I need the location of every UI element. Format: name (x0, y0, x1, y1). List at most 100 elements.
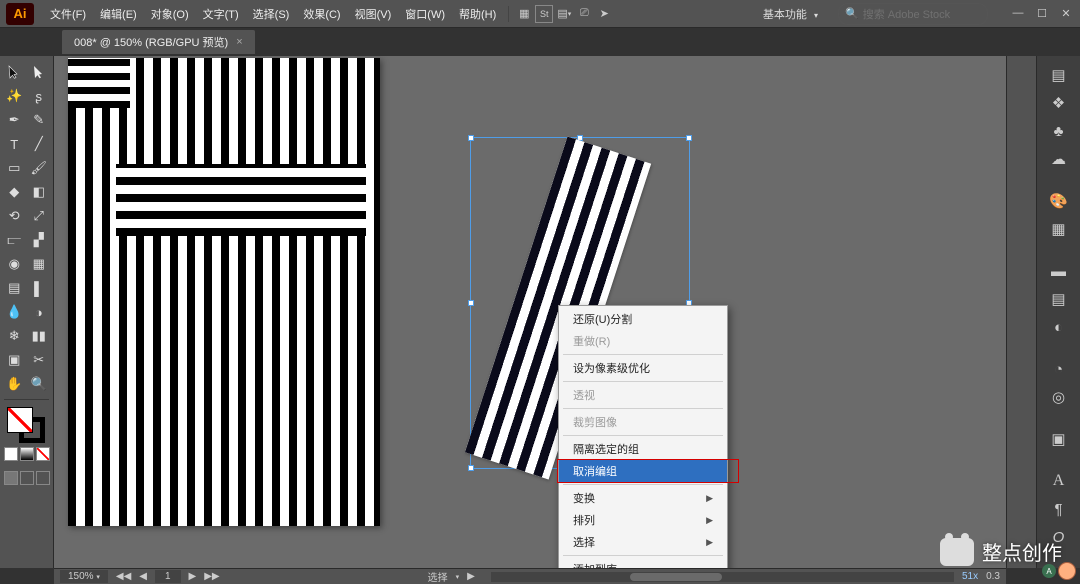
scale-tool[interactable]: ⤢ (27, 204, 52, 228)
menubar: Ai 文件(F) 编辑(E) 对象(O) 文字(T) 选择(S) 效果(C) 视… (0, 0, 1080, 28)
draw-normal[interactable] (4, 471, 18, 485)
slice-tool[interactable]: ✂ (27, 348, 52, 372)
draw-inside[interactable] (36, 471, 50, 485)
handle-nw[interactable] (468, 135, 474, 141)
ctx-select[interactable]: 选择▶ (559, 531, 727, 553)
zoom-level[interactable]: 150% ▾ (60, 570, 108, 583)
paintbrush-tool[interactable]: 🖌 (27, 156, 52, 180)
color-mode-swatch[interactable] (4, 447, 18, 461)
menu-select[interactable]: 选择(S) (247, 2, 296, 26)
status-play-icon[interactable]: ▶ (467, 571, 475, 582)
submenu-arrow-icon: ▶ (706, 493, 713, 504)
menu-effect[interactable]: 效果(C) (297, 2, 346, 26)
handle-sw[interactable] (468, 465, 474, 471)
fill-swatch[interactable] (7, 407, 33, 433)
graphic-styles-panel-icon[interactable]: ◎ (1042, 384, 1076, 410)
search-icon: 🔍 (845, 7, 859, 20)
share-icon[interactable]: ➤ (595, 5, 613, 23)
app-icon: Ai (6, 3, 34, 25)
shaper-tool[interactable]: ◆ (2, 180, 27, 204)
line-tool[interactable]: ╱ (27, 132, 52, 156)
eyedropper-tool[interactable]: 💧 (2, 300, 27, 324)
gradient-tool[interactable]: ▌ (27, 276, 52, 300)
close-button[interactable]: ✕ (1058, 7, 1074, 20)
maximize-button[interactable]: ☐ (1034, 7, 1050, 20)
mesh-tool[interactable]: ▤ (2, 276, 27, 300)
curvature-tool[interactable]: ✎ (27, 108, 52, 132)
ctx-arrange[interactable]: 排列▶ (559, 509, 727, 531)
blend-tool[interactable]: ◑ (27, 300, 52, 324)
menu-help[interactable]: 帮助(H) (453, 2, 502, 26)
shape-builder-tool[interactable]: ◉ (2, 252, 27, 276)
swatches-panel-icon[interactable]: ▦ (1042, 216, 1076, 242)
menu-type[interactable]: 文字(T) (197, 2, 245, 26)
artboard-nav-back[interactable]: ◀ (139, 571, 147, 582)
ctx-pixel-optimize[interactable]: 设为像素级优化 (559, 357, 727, 379)
stroke-panel-icon[interactable]: ▬ (1042, 258, 1076, 284)
canvas[interactable]: 还原(U)分割 重做(R) 设为像素级优化 透视 裁剪图像 隔离选定的组 取消编… (54, 56, 1006, 568)
character-panel-icon[interactable]: A (1042, 468, 1076, 494)
hand-tool[interactable]: ✋ (2, 372, 27, 396)
pen-tool[interactable]: ✒ (2, 108, 27, 132)
minimize-button[interactable]: — (1010, 7, 1026, 20)
artboard-nav-fwd[interactable]: ▶ (189, 571, 197, 582)
selection-tool[interactable] (2, 60, 27, 84)
stock-st-icon[interactable]: St (535, 5, 553, 23)
direct-selection-tool[interactable] (27, 60, 52, 84)
artboard-nav-prev[interactable]: ◀◀ (116, 571, 131, 582)
ctx-ungroup[interactable]: 取消编组 (559, 460, 727, 482)
cloud-panel-icon[interactable]: ☁ (1042, 146, 1076, 172)
gradient-panel-icon[interactable]: ▤ (1042, 286, 1076, 312)
properties-panel-icon[interactable]: ▤ (1042, 62, 1076, 88)
corner-badge: A (1042, 562, 1076, 580)
artboard-tool[interactable]: ▣ (2, 348, 27, 372)
type-tool[interactable]: T (2, 132, 27, 156)
handle-w[interactable] (468, 300, 474, 306)
ctx-transform[interactable]: 变换▶ (559, 487, 727, 509)
symbol-sprayer-tool[interactable]: ❄ (2, 324, 27, 348)
artwork-horizontal-block-mid (116, 164, 366, 236)
column-graph-tool[interactable]: ▮▮ (27, 324, 52, 348)
paragraph-panel-icon[interactable]: ¶ (1042, 496, 1076, 522)
transparency-panel-icon[interactable]: ◐ (1042, 314, 1076, 340)
libraries-panel-icon[interactable]: ♣ (1042, 118, 1076, 144)
artboard-nav-last[interactable]: ▶▶ (204, 571, 219, 582)
ctx-add-library[interactable]: 添加到库 (559, 558, 727, 568)
gpu-icon[interactable]: ⎚ (575, 5, 593, 23)
menu-window[interactable]: 窗口(W) (399, 2, 451, 26)
menu-edit[interactable]: 编辑(E) (94, 2, 143, 26)
menu-view[interactable]: 视图(V) (349, 2, 398, 26)
perspective-grid-tool[interactable]: ▦ (27, 252, 52, 276)
ctx-isolate-group[interactable]: 隔离选定的组 (559, 438, 727, 460)
stock-box-icon[interactable]: ▦ (515, 5, 533, 23)
horizontal-scrollbar[interactable] (491, 572, 954, 582)
eraser-tool[interactable]: ◧ (27, 180, 52, 204)
ctx-undo[interactable]: 还原(U)分割 (559, 308, 727, 330)
artboard[interactable] (68, 58, 380, 526)
color-panel-icon[interactable]: 🎨 (1042, 188, 1076, 214)
layers-panel-icon[interactable]: ❖ (1042, 90, 1076, 116)
document-tab[interactable]: 008* @ 150% (RGB/GPU 预览) × (62, 30, 255, 54)
gradient-mode-swatch[interactable] (20, 447, 34, 461)
arrange-docs-icon[interactable]: ▤▾ (555, 5, 573, 23)
appearance-panel-icon[interactable]: ◔ (1042, 356, 1076, 382)
search-stock[interactable]: 🔍 搜索 Adobe Stock (838, 3, 988, 25)
panel-gutter[interactable] (1006, 56, 1036, 568)
align-panel-icon[interactable]: ▣ (1042, 426, 1076, 452)
menu-file[interactable]: 文件(F) (44, 2, 92, 26)
tab-close-icon[interactable]: × (236, 36, 242, 48)
lasso-tool[interactable]: ʂ (27, 84, 52, 108)
free-transform-tool[interactable]: ▞ (27, 228, 52, 252)
rotate-tool[interactable]: ⟲ (2, 204, 27, 228)
artboard-number[interactable]: 1 (155, 570, 181, 583)
magic-wand-tool[interactable]: ✨ (2, 84, 27, 108)
handle-ne[interactable] (686, 135, 692, 141)
rectangle-tool[interactable]: ▭ (2, 156, 27, 180)
menu-object[interactable]: 对象(O) (145, 2, 195, 26)
fill-stroke-indicator[interactable] (5, 407, 49, 443)
none-mode-swatch[interactable] (36, 447, 50, 461)
zoom-tool[interactable]: 🔍 (27, 372, 52, 396)
width-tool[interactable]: ⫍ (2, 228, 27, 252)
workspace-switcher[interactable]: 基本功能 ▾ (755, 4, 826, 24)
draw-behind[interactable] (20, 471, 34, 485)
